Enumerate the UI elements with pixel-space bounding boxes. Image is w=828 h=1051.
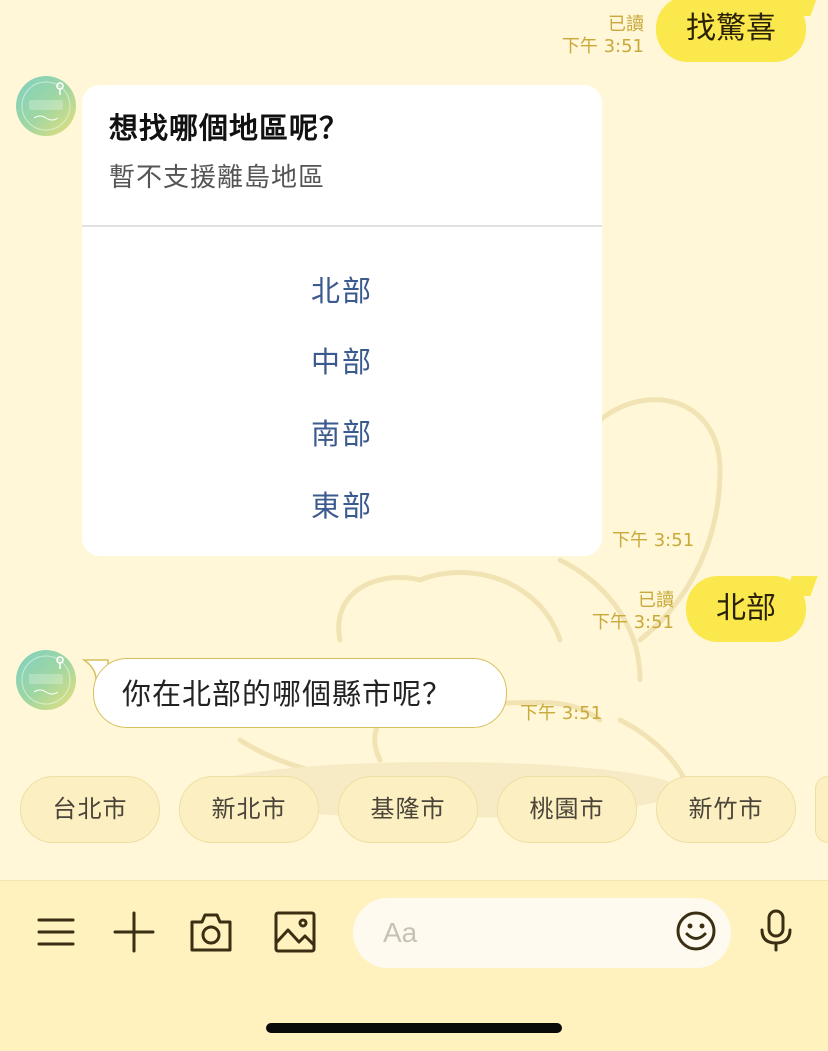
message-text: 北部 [716,591,776,626]
card-title: 想找哪個地區呢？ [109,111,350,145]
message-meta: 已讀 下午 3:51 [562,14,644,58]
quick-reply-chip[interactable]: 基隆市 [338,776,478,843]
outgoing-message: 已讀 下午 3:51 找驚喜 [562,0,806,66]
quick-reply-chip[interactable]: 台北市 [20,776,160,843]
message-bubble[interactable]: 找驚喜 [656,0,806,62]
read-receipt: 已讀 [638,590,674,611]
avatar-logo-icon [21,655,71,705]
option-south[interactable]: 南部 [82,411,602,453]
plus-icon[interactable] [112,910,156,954]
message-time: 下午 3:51 [612,530,695,551]
camera-icon[interactable] [189,910,233,954]
option-central[interactable]: 中部 [82,339,602,381]
option-east[interactable]: 東部 [82,483,602,525]
home-indicator [266,1023,562,1033]
emoji-icon[interactable] [674,909,718,953]
option-north[interactable]: 北部 [82,268,602,310]
message-input-placeholder: Aa [383,917,418,948]
message-text: 找驚喜 [686,11,776,46]
bot-avatar[interactable] [16,650,76,710]
card-divider [82,225,602,227]
quick-reply-chip-partial[interactable] [815,776,828,843]
message-bubble[interactable]: 你在北部的哪個縣市呢？ [93,658,507,728]
outgoing-message: 已讀 下午 3:51 北部 [592,576,806,642]
quick-reply-chip[interactable]: 新竹市 [656,776,796,843]
bot-avatar[interactable] [16,76,76,136]
quick-reply-chip[interactable]: 新北市 [179,776,319,843]
quick-reply-chip[interactable]: 桃園市 [497,776,637,843]
read-receipt: 已讀 [608,14,644,35]
message-time: 下午 3:51 [561,36,644,57]
message-bubble[interactable]: 北部 [686,576,806,642]
message-time: 下午 3:51 [520,703,603,724]
card-subtitle: 暫不支援離島地區 [109,163,326,193]
message-time: 下午 3:51 [591,612,674,633]
message-meta: 已讀 下午 3:51 [592,590,674,634]
message-text: 你在北部的哪個縣市呢？ [122,677,453,711]
image-icon[interactable] [273,910,317,954]
avatar-logo-icon [21,81,71,131]
microphone-icon[interactable] [754,908,798,952]
menu-icon[interactable] [34,910,78,954]
region-select-card: 想找哪個地區呢？ 暫不支援離島地區 北部 中部 南部 東部 [82,85,602,556]
